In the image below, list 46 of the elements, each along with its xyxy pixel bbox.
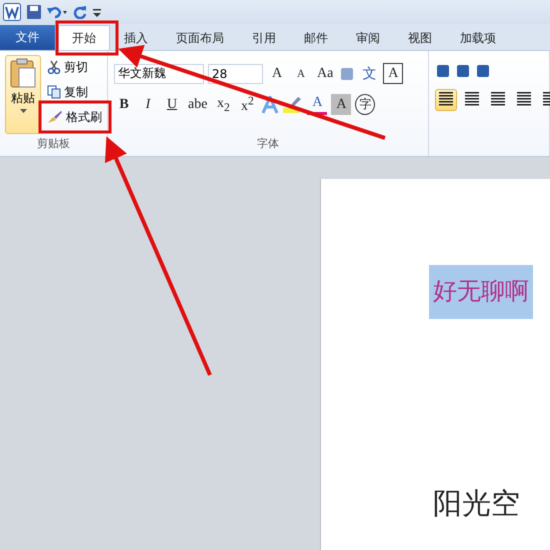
file-tab[interactable]: 文件 (0, 25, 55, 50)
font-style-button[interactable]: B (114, 94, 134, 115)
font-color-button[interactable]: A (307, 94, 328, 115)
highlighter-icon[interactable] (283, 96, 304, 114)
font-style-button[interactable]: x$^{2}$ (237, 94, 258, 115)
scissors-icon (47, 60, 61, 74)
ribbon-tab[interactable]: 页面布局 (162, 25, 238, 50)
cut-button[interactable]: 剪切 (45, 57, 104, 77)
ribbon-tab[interactable]: 加载项 (446, 25, 510, 50)
group-label: 字体 (256, 136, 280, 152)
enclose-character-button[interactable]: 字 (355, 94, 376, 115)
copy-button[interactable]: 复制 (45, 82, 104, 102)
format-painter-button[interactable]: 格式刷 (45, 107, 104, 127)
caret-icon (20, 109, 26, 113)
grow-font-button[interactable]: A (267, 63, 287, 84)
change-case-button[interactable]: Aa (315, 63, 336, 84)
group-label: 剪贴板 (36, 136, 71, 152)
font-style-button[interactable]: I (138, 94, 158, 115)
text-effect-icon[interactable] (261, 96, 280, 114)
document-text: 阳光空 (432, 485, 521, 522)
font-style-button[interactable]: abe (186, 94, 210, 115)
brush-icon (47, 110, 63, 124)
clipboard-icon (9, 58, 37, 88)
customize-caret-icon[interactable] (93, 6, 101, 18)
shading-button[interactable]: A (331, 94, 352, 115)
app-logo-icon[interactable] (3, 3, 21, 21)
ribbon-tab[interactable]: 邮件 (290, 25, 342, 50)
paste-button[interactable]: 粘贴 (5, 55, 41, 134)
font-style-button[interactable]: x$_{2}$ (213, 94, 234, 115)
character-border-button[interactable]: A (383, 63, 404, 84)
ribbon-tab[interactable]: 引用 (238, 25, 290, 50)
ribbon-tab[interactable]: 开始 (58, 25, 110, 50)
copy-icon (47, 85, 61, 99)
ribbon-tab[interactable]: 视图 (394, 25, 446, 50)
font-style-button[interactable]: U (162, 94, 182, 115)
font-size-field[interactable]: 28 (208, 64, 263, 84)
highlight-frame (56, 20, 118, 56)
ribbon-tab[interactable]: 审阅 (342, 25, 394, 50)
undo-icon[interactable] (47, 5, 67, 19)
phonetic-guide-button[interactable]: 文 (359, 63, 380, 84)
ribbon-tab[interactable]: 插入 (110, 25, 162, 50)
document-text: 好无聊啊 (429, 265, 533, 319)
save-icon[interactable] (27, 5, 41, 19)
shrink-font-button[interactable]: A (291, 63, 311, 84)
align-button[interactable] (435, 89, 457, 111)
redo-icon[interactable] (73, 5, 87, 19)
